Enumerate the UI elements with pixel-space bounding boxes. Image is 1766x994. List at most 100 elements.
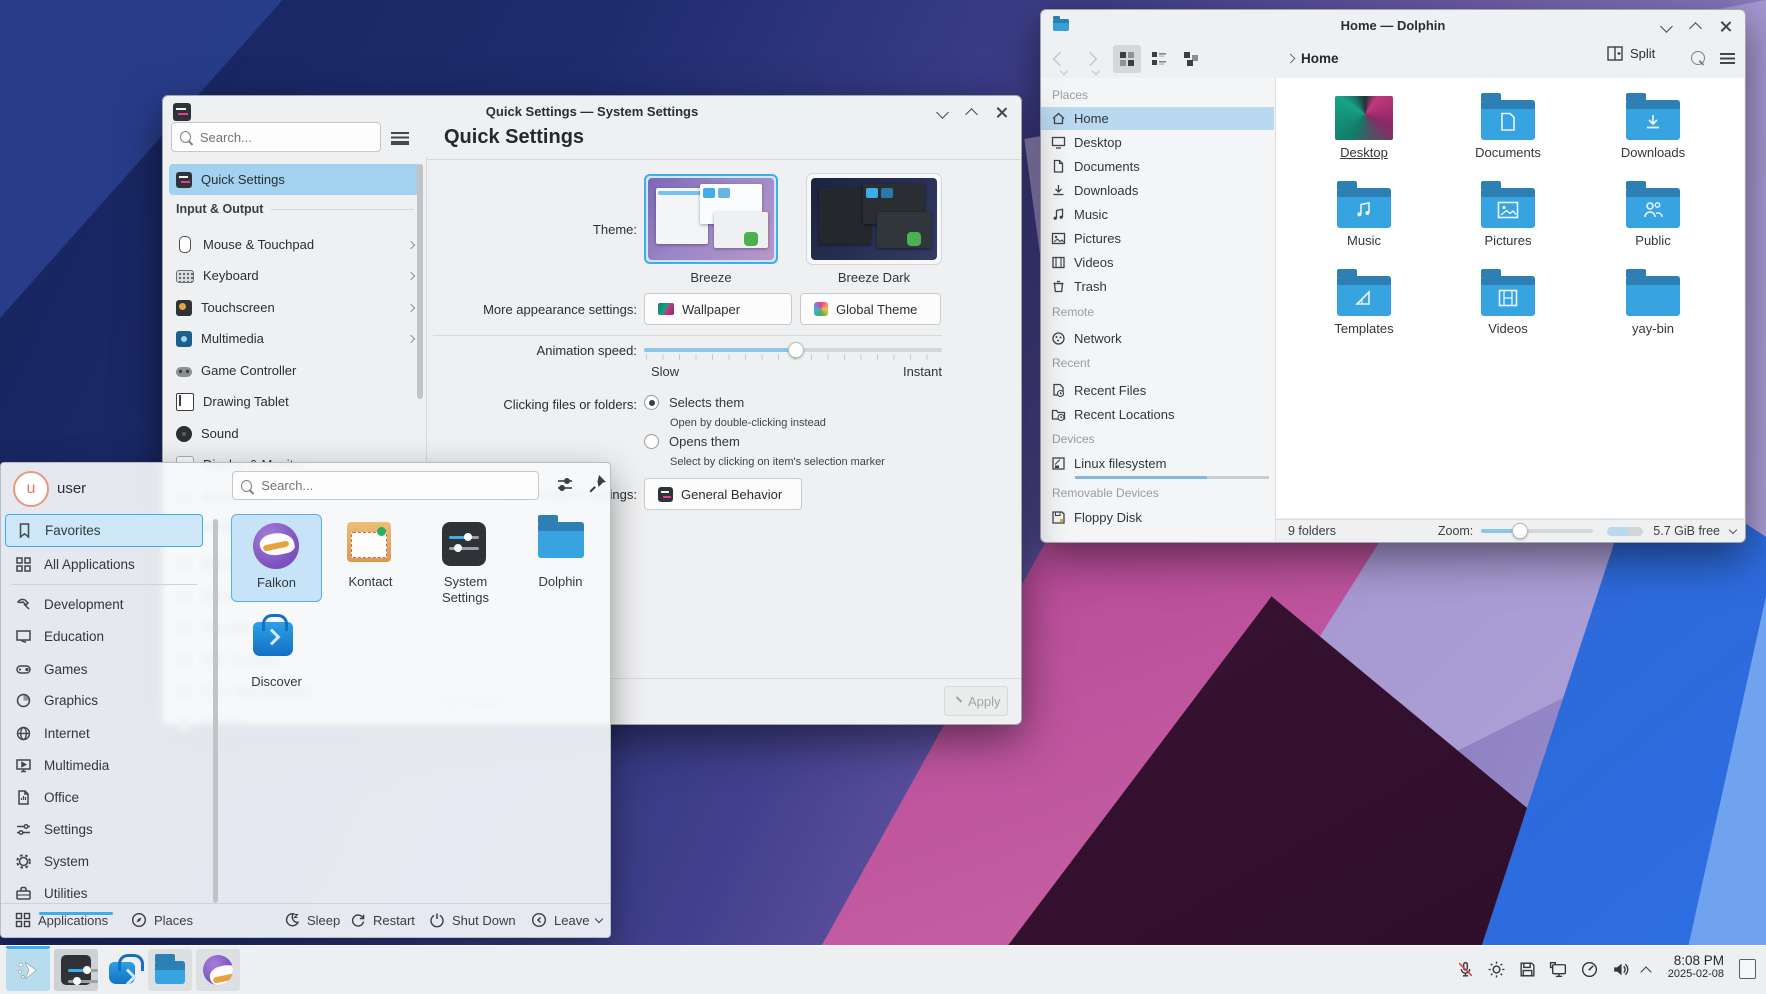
animation-speed-slider[interactable] [644,340,942,364]
category-system[interactable]: System [5,845,203,877]
icons-view-button[interactable] [1113,45,1141,73]
forward-history-icon[interactable] [1092,67,1100,75]
split-button[interactable]: Split [1607,46,1655,61]
category-office[interactable]: Office [5,781,203,813]
global-theme-button[interactable]: Global Theme [800,293,941,325]
category-internet[interactable]: Internet [5,717,203,749]
app-discover[interactable]: Discover [231,614,322,702]
nav-item-sound[interactable]: Sound [169,418,421,449]
folder-tile-pictures[interactable]: Pictures [1448,180,1568,248]
folder-tile-templates[interactable]: Templates [1304,268,1424,336]
sleep-button[interactable]: Sleep [284,912,340,928]
taskbar-dolphin[interactable] [148,949,192,991]
places-tab[interactable]: Places [131,912,193,928]
zoom-slider[interactable] [1481,523,1593,539]
digital-clock[interactable]: 8:08 PM 2025-02-08 [1668,953,1724,980]
place-item-floppy-disk[interactable]: Floppy Disk [1041,506,1274,529]
pin-icon[interactable] [587,472,609,494]
disk-status-icon[interactable] [1518,960,1537,979]
taskbar-launcher-button[interactable] [6,949,50,991]
back-history-icon[interactable] [1060,67,1068,75]
minimize-icon[interactable] [1660,20,1673,33]
minimize-icon[interactable] [936,106,949,119]
folder-tile-music[interactable]: Music [1304,180,1424,248]
details-view-button[interactable] [1145,45,1173,73]
category-utilities[interactable]: Utilities [5,877,203,909]
microphone-muted-icon[interactable] [1456,960,1475,979]
taskbar-falkon[interactable] [196,949,240,991]
maximize-icon[interactable] [1689,22,1702,35]
category-education[interactable]: Education [5,620,203,652]
place-item-network[interactable]: Network [1041,327,1274,350]
category-multimedia[interactable]: Multimedia [5,749,203,781]
shut-down-button[interactable]: Shut Down [429,912,516,928]
place-item-documents[interactable]: Documents [1041,155,1274,178]
radio-opens-them[interactable]: Opens them [644,434,740,449]
settings-search-input[interactable] [198,129,372,146]
close-icon[interactable] [1720,21,1731,32]
place-item-music[interactable]: Music [1041,203,1274,226]
category-settings[interactable]: Settings [5,813,203,845]
theme-card-breeze[interactable] [644,174,778,264]
brightness-icon[interactable] [1487,960,1506,979]
hamburger-menu-icon[interactable] [1720,53,1735,64]
nav-item-quick-settings[interactable]: Quick Settings [169,164,421,195]
folder-tile-videos[interactable]: Videos [1448,268,1568,336]
expand-tray-icon[interactable] [1640,966,1651,977]
close-icon[interactable] [996,107,1007,118]
slider-knob[interactable] [788,342,804,358]
folder-tile-yay-bin[interactable]: yay-bin [1593,268,1713,336]
folder-tile-desktop[interactable]: Desktop [1304,92,1424,160]
launcher-search-input[interactable] [259,477,530,494]
category-games[interactable]: Games [5,653,203,685]
applications-tab[interactable]: Applications [15,912,108,928]
settings-search-field[interactable] [171,122,381,152]
tree-view-button[interactable] [1177,45,1205,73]
place-item-pictures[interactable]: Pictures [1041,227,1274,250]
folder-tile-documents[interactable]: Documents [1448,92,1568,160]
folder-tile-public[interactable]: Public [1593,180,1713,248]
place-item-desktop[interactable]: Desktop [1041,131,1274,154]
restart-button[interactable]: Restart [350,912,415,928]
launcher-scrollbar[interactable] [213,519,218,903]
sidebar-scrollbar[interactable] [417,164,423,399]
volume-icon[interactable] [1611,960,1630,979]
forward-button[interactable] [1083,52,1097,66]
maximize-icon[interactable] [965,108,978,121]
general-behavior-button[interactable]: General Behavior [644,478,802,510]
category-development[interactable]: Development [5,588,203,620]
app-falkon[interactable]: Falkon [231,514,322,602]
category-all-applications[interactable]: All Applications [5,548,203,580]
place-item-recent-locations[interactable]: Recent Locations [1041,403,1274,426]
gauge-icon[interactable] [1580,960,1599,979]
app-system-settings[interactable]: System Settings [420,514,511,602]
place-item-downloads[interactable]: Downloads [1041,179,1274,202]
leave-button[interactable]: Leave [531,912,602,928]
chevron-down-icon[interactable] [1729,525,1737,533]
taskbar-system-settings[interactable] [54,949,98,991]
category-graphics[interactable]: Graphics [5,684,203,716]
place-item-linux-filesystem[interactable]: Linux filesystem [1041,452,1274,475]
launcher-search-field[interactable] [232,471,539,500]
nav-item-keyboard[interactable]: Keyboard [169,260,421,291]
place-item-recent-files[interactable]: Recent Files [1041,379,1274,402]
app-dolphin[interactable]: Dolphin [515,514,606,602]
show-desktop-button[interactable] [1739,959,1756,979]
search-icon[interactable] [1691,51,1705,65]
taskbar-discover[interactable] [100,949,144,991]
category-favorites[interactable]: Favorites [5,514,203,547]
avatar[interactable]: u [13,471,49,507]
back-button[interactable] [1053,52,1067,66]
display-settings-icon[interactable] [1549,960,1568,979]
app-kontact[interactable]: Kontact [325,514,416,602]
nav-item-game-controller[interactable]: Game Controller [169,355,421,386]
hamburger-menu-icon[interactable] [391,132,409,145]
theme-card-breeze-dark[interactable] [807,174,941,264]
radio-selects-them[interactable]: Selects them [644,395,744,410]
configure-icon[interactable] [554,474,576,496]
place-item-home[interactable]: Home [1041,107,1274,130]
wallpaper-button[interactable]: Wallpaper [644,293,792,325]
place-item-trash[interactable]: Trash [1041,275,1274,298]
folder-tile-downloads[interactable]: Downloads [1593,92,1713,160]
breadcrumb[interactable]: Home [1301,51,1339,66]
